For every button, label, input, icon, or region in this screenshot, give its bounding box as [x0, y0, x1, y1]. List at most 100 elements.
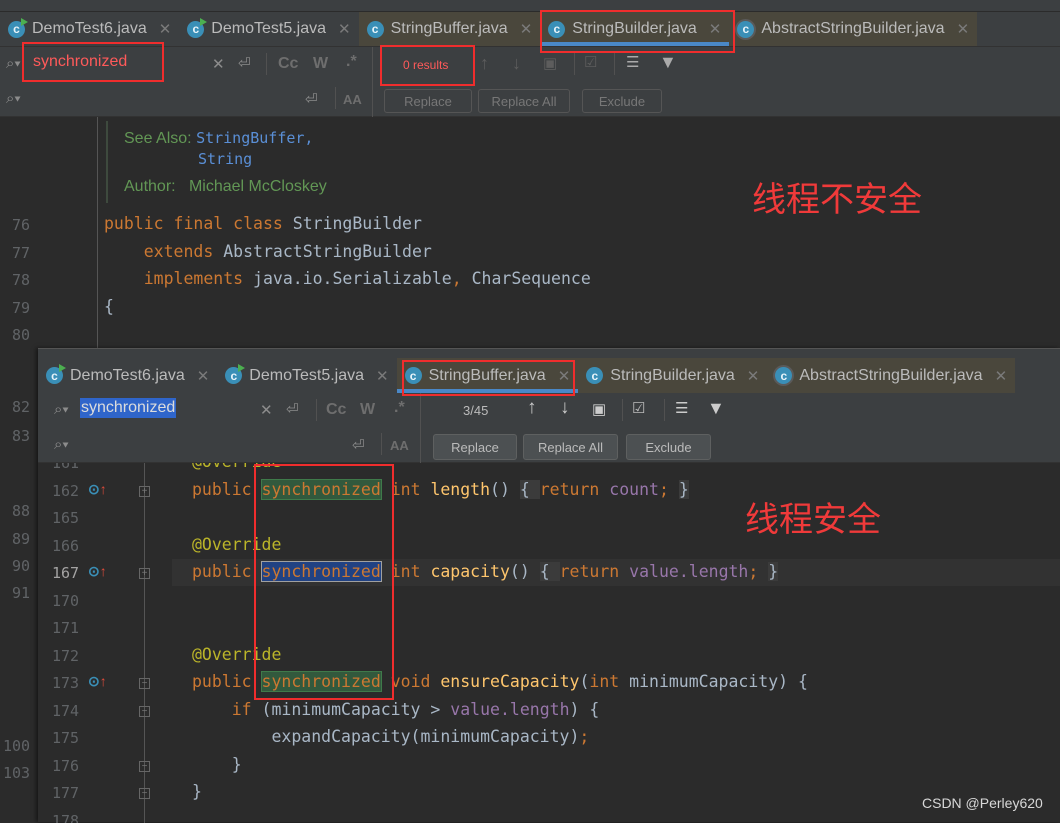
close-tab-icon[interactable]: ✕: [957, 20, 970, 38]
doc-link-string[interactable]: String: [198, 150, 252, 168]
close-tab-icon[interactable]: ✕: [376, 367, 389, 385]
tab-demotest5[interactable]: cDemoTest5.java✕: [217, 358, 396, 393]
match-case-icon[interactable]: Cc: [326, 401, 346, 419]
fold-open-icon[interactable]: −: [139, 706, 150, 717]
regex-icon[interactable]: .*: [346, 53, 357, 71]
abstract-class-icon: c: [775, 367, 792, 384]
select-all-icon[interactable]: ▣: [592, 400, 606, 418]
tab-demotest5[interactable]: cDemoTest5.java✕: [179, 12, 358, 46]
abstract-class-icon: c: [737, 21, 754, 38]
code-token: AbstractStringBuilder: [223, 242, 432, 261]
overrides-method-icon[interactable]: ⊙↑: [88, 673, 107, 690]
code-line: public final class StringBuilder: [104, 214, 422, 233]
fold-plus-icon[interactable]: +: [139, 568, 150, 579]
new-line-icon[interactable]: ⏎: [305, 90, 318, 108]
replace-all-button[interactable]: Replace All: [523, 434, 618, 460]
words-icon[interactable]: W: [360, 401, 375, 419]
overrides-method-icon[interactable]: ⊙↑: [88, 563, 107, 580]
code-token: [758, 562, 768, 581]
code-token: ;: [659, 480, 669, 499]
search-history-icon[interactable]: ⌕▾: [6, 55, 21, 72]
prev-occurrence-icon[interactable]: ↑: [527, 397, 537, 419]
exclude-button[interactable]: Exclude: [626, 434, 711, 460]
code-token: }: [679, 480, 689, 499]
search-input[interactable]: synchronized: [80, 398, 176, 418]
tab-stringbuffer[interactable]: cStringBuffer.java✕: [359, 12, 541, 46]
doc-author: Author: Michael McCloskey: [124, 178, 327, 196]
next-occurrence-icon[interactable]: ↓: [512, 53, 521, 74]
code-line: }: [192, 755, 242, 774]
doc-link-stringbuffer[interactable]: StringBuffer,: [196, 129, 313, 147]
search-history-icon[interactable]: ⌕▾: [54, 401, 69, 418]
fold-open-icon[interactable]: −: [139, 678, 150, 689]
code-token: int: [589, 672, 629, 691]
in-selection-icon[interactable]: ☑: [584, 53, 597, 71]
line-number: 79: [12, 299, 30, 317]
close-tab-icon[interactable]: ✕: [520, 20, 533, 38]
exclude-button[interactable]: Exclude: [582, 89, 662, 113]
code-line: extends AbstractStringBuilder: [104, 242, 432, 261]
replace-button[interactable]: Replace: [384, 89, 472, 113]
line-number: 173: [52, 674, 79, 692]
line-number: 83: [12, 427, 30, 445]
filter-icon[interactable]: ▼: [659, 52, 677, 73]
match-case-icon[interactable]: Cc: [278, 55, 298, 73]
filter-settings-icon[interactable]: ☰: [675, 399, 688, 417]
filter-icon[interactable]: ▼: [707, 398, 725, 419]
fold-close-icon[interactable]: −: [139, 788, 150, 799]
close-tab-icon[interactable]: ✕: [197, 367, 210, 385]
editor-2: 161@Override162⊙↑+public synchronized in…: [38, 463, 1060, 823]
close-tab-icon[interactable]: ✕: [747, 367, 760, 385]
code-token: implements: [104, 269, 253, 288]
preserve-case-icon[interactable]: AA: [343, 92, 362, 107]
select-all-icon[interactable]: ▣: [543, 54, 557, 72]
replace-all-button[interactable]: Replace All: [478, 89, 570, 113]
filter-settings-icon[interactable]: ☰: [626, 53, 639, 71]
line-number: 161: [52, 463, 79, 472]
prev-occurrence-icon[interactable]: ↑: [480, 53, 489, 74]
code-token: .length: [500, 700, 570, 719]
preserve-case-icon[interactable]: AA: [390, 438, 409, 453]
code-token: [669, 480, 679, 499]
annotation-thread-safe: 线程安全: [745, 492, 881, 541]
tab-stringbuilder[interactable]: cStringBuilder.java✕: [578, 358, 767, 393]
tab-abstractstringbuilder[interactable]: cAbstractStringBuilder.java✕: [729, 12, 977, 46]
code-token: (: [579, 672, 589, 691]
in-selection-icon[interactable]: ☑: [632, 399, 645, 417]
words-icon[interactable]: W: [313, 55, 328, 73]
tab-demotest6[interactable]: cDemoTest6.java✕: [0, 12, 179, 46]
new-line-icon[interactable]: ⏎: [238, 54, 251, 72]
background-gutter: 828388899091100103: [0, 348, 38, 822]
code-token: public: [192, 562, 262, 581]
line-number: 76: [12, 216, 30, 234]
line-number: 80: [12, 326, 30, 344]
overrides-method-icon[interactable]: ⊙↑: [88, 481, 107, 498]
highlight-box-synchronized: [254, 464, 394, 700]
code-token: public: [104, 214, 174, 233]
code-token: {: [540, 562, 560, 581]
highlight-box-tab-stringbuffer: [402, 360, 575, 396]
close-tab-icon[interactable]: ✕: [159, 20, 172, 38]
fold-close-icon[interactable]: −: [139, 761, 150, 772]
code-token: .length: [679, 562, 749, 581]
code-token: }: [768, 562, 778, 581]
new-line-icon[interactable]: ⏎: [286, 400, 299, 418]
replace-history-icon[interactable]: ⌕▾: [54, 436, 69, 453]
regex-icon[interactable]: .*: [394, 399, 405, 417]
replace-button[interactable]: Replace: [433, 434, 517, 460]
annotation-not-thread-safe: 线程不安全: [752, 172, 922, 221]
new-line-icon[interactable]: ⏎: [352, 436, 365, 454]
replace-history-icon[interactable]: ⌕▾: [6, 90, 21, 107]
close-tab-icon[interactable]: ✕: [995, 367, 1008, 385]
close-tab-icon[interactable]: ✕: [338, 20, 351, 38]
code-token: (): [490, 480, 520, 499]
tab-abstractstringbuilder[interactable]: cAbstractStringBuilder.java✕: [767, 358, 1015, 393]
next-occurrence-icon[interactable]: ↓: [560, 397, 570, 419]
line-number: 77: [12, 244, 30, 262]
clear-icon[interactable]: ✕: [260, 401, 273, 419]
tab-demotest6[interactable]: cDemoTest6.java✕: [38, 358, 217, 393]
clear-icon[interactable]: ✕: [212, 55, 225, 73]
code-line: implements java.io.Serializable, CharSeq…: [104, 269, 591, 288]
fold-plus-icon[interactable]: +: [139, 486, 150, 497]
class-lock-icon: c: [367, 21, 384, 38]
